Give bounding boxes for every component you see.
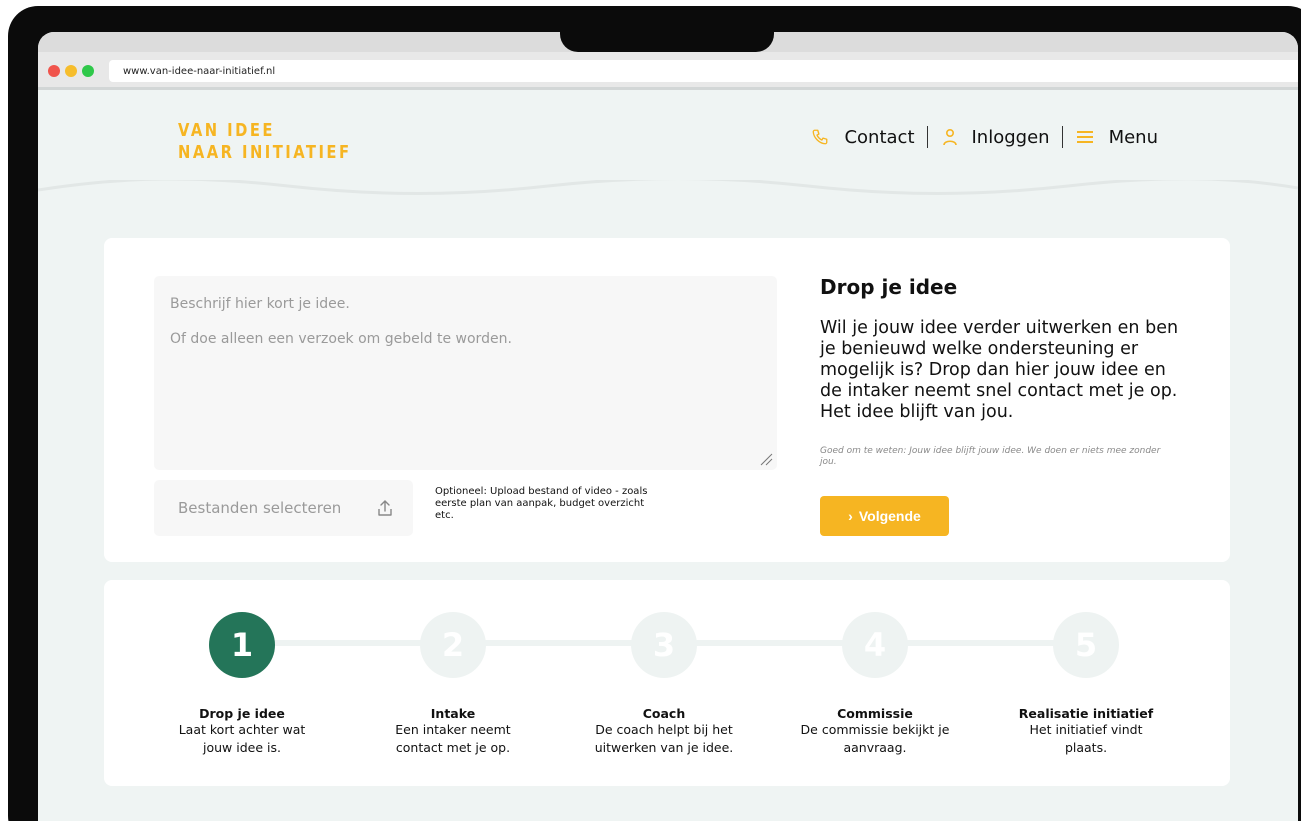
select-files-button[interactable]: Bestanden selecteren (154, 480, 413, 536)
upload-hint: Optioneel: Upload bestand of video - zoa… (435, 486, 648, 521)
site-logo[interactable]: VAN IDEE NAAR INITIATIEF (178, 120, 352, 164)
browser-toolbar: www.van-idee-naar-initiatief.nl (38, 52, 1298, 90)
step-description: De coach helpt bij het uitwerken van je … (594, 722, 734, 755)
intro-note: Goed om te weten: Jouw idee blijft jouw … (820, 446, 1161, 467)
step-title: Realisatie initiatief (1018, 706, 1154, 721)
select-files-label: Bestanden selecteren (178, 499, 342, 517)
step-3: 3 Coach De coach helpt bij het uitwerken… (564, 612, 764, 757)
nav-menu-label: Menu (1108, 126, 1158, 148)
screen: www.van-idee-naar-initiatief.nl VAN IDEE… (38, 32, 1298, 821)
step-number-circle: 2 (420, 612, 486, 678)
minimize-window-button[interactable] (65, 65, 77, 77)
step-4: 4 Commissie De commissie bekijkt je aanv… (775, 612, 975, 757)
step-title: Intake (430, 706, 476, 721)
step-number-circle: 1 (209, 612, 275, 678)
step-title: Commissie (837, 706, 913, 721)
idea-textarea[interactable]: Beschrijf hier kort je idee. Of doe alle… (154, 276, 777, 470)
idea-card: Beschrijf hier kort je idee. Of doe alle… (104, 238, 1230, 562)
hamburger-icon (1075, 127, 1095, 147)
logo-line-2: NAAR INITIATIEF (178, 142, 352, 163)
nav-divider (926, 126, 928, 148)
resize-handle-icon[interactable] (759, 452, 773, 466)
address-bar[interactable]: www.van-idee-naar-initiatief.nl (109, 60, 1298, 82)
step-description: De commissie bekijkt je aanvraag. (800, 722, 950, 755)
header-wave (38, 180, 1298, 210)
upload-icon (378, 500, 392, 516)
nav-menu[interactable]: Menu (1075, 127, 1158, 148)
step-number-circle: 3 (631, 612, 697, 678)
step-description: Het initiatief vindt plaats. (1029, 722, 1143, 755)
step-title: Coach (642, 706, 686, 721)
logo-line-1: VAN IDEE (178, 120, 275, 141)
laptop-frame: www.van-idee-naar-initiatief.nl VAN IDEE… (8, 6, 1301, 821)
step-number-circle: 4 (842, 612, 908, 678)
step-title: Drop je idee (199, 706, 285, 721)
nav-contact-label: Contact (844, 126, 915, 148)
step-2: 2 Intake Een intaker neemt contact met j… (353, 612, 553, 757)
steps-card: 1 Drop je idee Laat kort achter wat jouw… (104, 580, 1230, 786)
next-button[interactable]: › Volgende (820, 496, 949, 536)
phone-icon (810, 127, 830, 147)
user-icon (940, 127, 960, 147)
textarea-placeholder-line-2: Of doe alleen een verzoek om gebeld te w… (170, 331, 512, 347)
nav-contact[interactable]: Contact (810, 126, 915, 148)
step-1: 1 Drop je idee Laat kort achter wat jouw… (142, 612, 342, 757)
step-5: 5 Realisatie initiatief Het initiatief v… (986, 612, 1186, 757)
chevron-right-icon: › (848, 508, 853, 524)
step-description: Een intaker neemt contact met je op. (395, 722, 511, 755)
step-description: Laat kort achter wat jouw idee is. (178, 722, 306, 755)
maximize-window-button[interactable] (82, 65, 94, 77)
nav-divider (1061, 126, 1063, 148)
nav-login[interactable]: Inloggen (940, 127, 1050, 148)
next-button-label: Volgende (858, 508, 921, 524)
textarea-placeholder-line-1: Beschrijf hier kort je idee. (170, 296, 350, 312)
intro-title: Drop je idee (820, 275, 958, 299)
camera-notch (560, 12, 774, 52)
close-window-button[interactable] (48, 65, 60, 77)
nav-login-label: Inloggen (971, 126, 1050, 148)
intro-text: Wil je jouw idee verder uitwerken en ben… (820, 318, 1179, 422)
main-nav: Contact Inloggen Menu (810, 126, 1158, 148)
step-number-circle: 5 (1053, 612, 1119, 678)
